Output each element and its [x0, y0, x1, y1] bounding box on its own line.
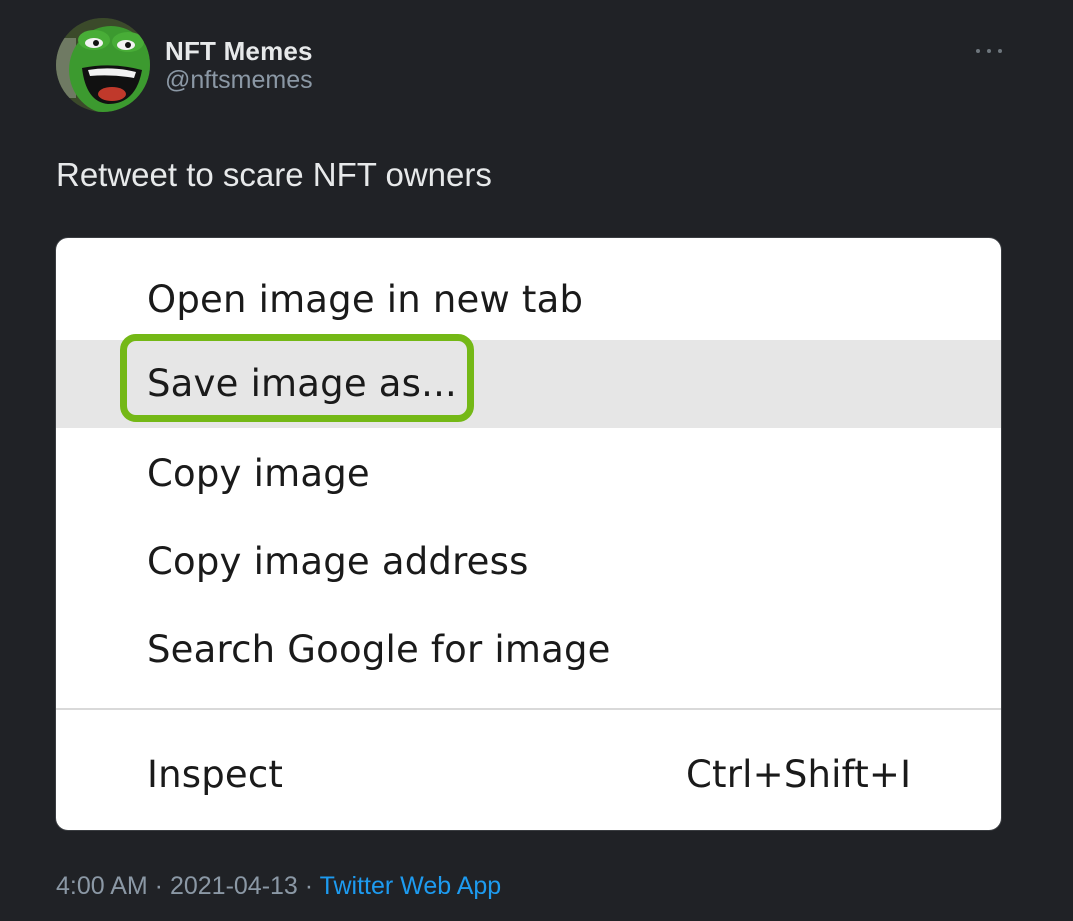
menu-item-search-google: Search Google for image [56, 606, 1001, 694]
pepe-avatar-image [56, 18, 150, 112]
more-horizontal-icon[interactable] [976, 38, 1002, 64]
menu-item-inspect: Inspect Ctrl+Shift+I [56, 731, 1001, 819]
tweet-media-context-menu[interactable]: Open image in new tab Save image as... C… [56, 238, 1001, 830]
menu-item-copy-image: Copy image [56, 430, 1001, 518]
author-name[interactable]: NFT Memes [165, 36, 313, 67]
meta-separator: · [147, 872, 170, 900]
highlight-box [120, 334, 474, 422]
tweet-text: Retweet to scare NFT owners [56, 156, 492, 193]
menu-item-shortcut: Ctrl+Shift+I [686, 753, 912, 796]
menu-item-label: Search Google for image [147, 628, 611, 671]
avatar[interactable] [56, 18, 150, 112]
menu-item-copy-image-address: Copy image address [56, 518, 1001, 606]
tweet-date[interactable]: 2021-04-13 [170, 872, 298, 900]
tweet-source-link[interactable]: Twitter Web App [320, 872, 502, 900]
meta-separator: · [297, 872, 320, 900]
menu-item-open-image-new-tab: Open image in new tab [56, 256, 1001, 344]
tweet-meta: 4:00 AM · 2021-04-13 · Twitter Web App [56, 872, 501, 901]
menu-item-label: Inspect [147, 753, 284, 796]
menu-item-label: Copy image address [147, 540, 529, 583]
author-handle[interactable]: @nftsmemes [165, 66, 313, 95]
menu-divider [56, 708, 1001, 710]
tweet: NFT Memes @nftsmemes Retweet to scare NF… [0, 0, 1073, 921]
menu-item-label: Copy image [147, 452, 370, 495]
menu-item-label: Open image in new tab [147, 278, 584, 321]
tweet-time[interactable]: 4:00 AM [56, 872, 148, 900]
